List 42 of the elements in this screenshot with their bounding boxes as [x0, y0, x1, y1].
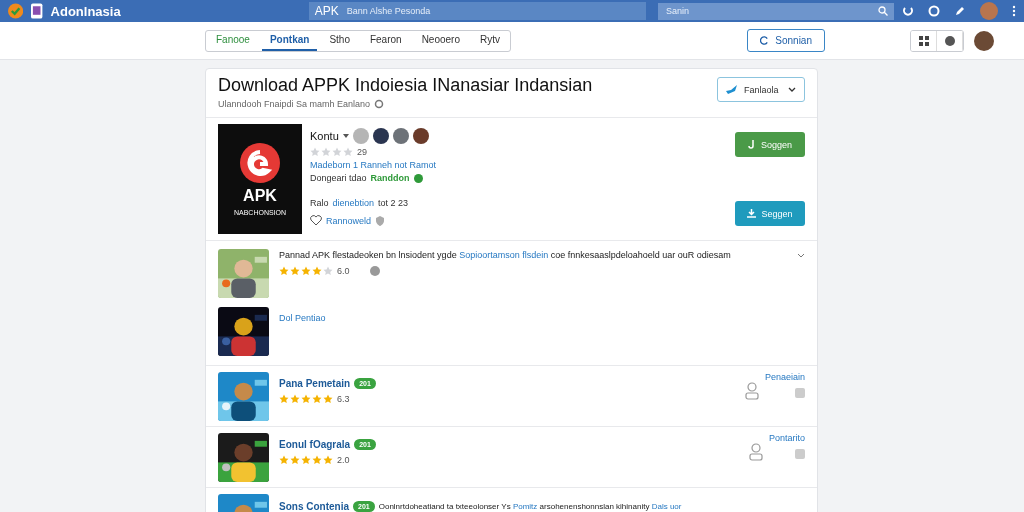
nav-tab[interactable]: Fearon — [361, 30, 410, 51]
favorite-link[interactable]: Rannoweld — [326, 215, 372, 226]
nav-tab[interactable]: Fanooe — [208, 30, 258, 51]
app-name: Sons Contenia — [279, 501, 349, 512]
address-bar[interactable]: APK Bann Alshe Pesonda — [308, 2, 647, 20]
brand-name: Adonlnasia — [50, 3, 121, 19]
download-button[interactable]: Seggen — [735, 201, 805, 226]
app-name: Kontu — [310, 130, 339, 142]
action-button[interactable]: Sonnian — [747, 29, 825, 52]
nav-tab[interactable]: Rytv — [472, 30, 508, 51]
review-link[interactable]: Sopioortamson flsdein — [459, 250, 549, 260]
release-date: tot 2 23 — [378, 198, 409, 208]
release-link[interactable]: dienebtion — [332, 198, 375, 208]
search-field[interactable]: Sanin — [664, 5, 878, 17]
category-dropdown[interactable]: Fanlaola — [717, 77, 805, 102]
review-text: Pannad APK flestadeoken bn lnsiodent ygde Sopioortamson flsdein coe fnnkesaaslpdeloahoeld uar ouR odiesam — [279, 249, 732, 262]
address-prefix: APK — [314, 4, 339, 18]
release-label: Ralo — [310, 198, 329, 208]
primary-button[interactable]: Soggen — [735, 132, 805, 157]
app-name: Pana Pemetain — [279, 378, 351, 389]
description-link[interactable]: Dals uor — [651, 502, 682, 511]
meta-value: Randdon — [370, 173, 410, 183]
nav-tab[interactable]: Pontkan — [261, 30, 318, 51]
page-title: Download APPK Indoiesia INanasiar Indansian — [218, 75, 593, 96]
app-description: Oonlnrtdoheatiand ta txteeolonser Ys Pomitz arsohenenshonnslan kihinanity Dals uor — [378, 501, 682, 512]
logo-text: APK — [243, 186, 277, 205]
developer-link[interactable]: Madeborn 1 Ranneh not Ramot — [310, 160, 437, 170]
side-link[interactable]: Penaeiain — [764, 372, 805, 382]
side-link[interactable]: Pontarito — [768, 433, 805, 443]
address-text: Bann Alshe Pesonda — [346, 6, 431, 16]
rating: 29 — [357, 147, 367, 157]
app-name: Eonul fOagrala — [279, 439, 351, 450]
rating: 6.3 — [337, 394, 350, 404]
description-link[interactable]: Pomitz — [512, 502, 538, 511]
thumbnail-link[interactable]: Dol Pentiao — [279, 313, 326, 323]
nav-tab[interactable]: Neooero — [413, 30, 468, 51]
nav-tab[interactable]: Stho — [321, 30, 358, 51]
rating: 6.0 — [337, 266, 350, 276]
rating: 2.0 — [337, 455, 350, 465]
page-subtitle: Ulanndooh Fnaipdi Sa mamh Eanlano — [218, 99, 371, 109]
search-bar[interactable]: Sanin — [658, 2, 894, 20]
meta-label: Dongeari tdao — [310, 173, 367, 183]
